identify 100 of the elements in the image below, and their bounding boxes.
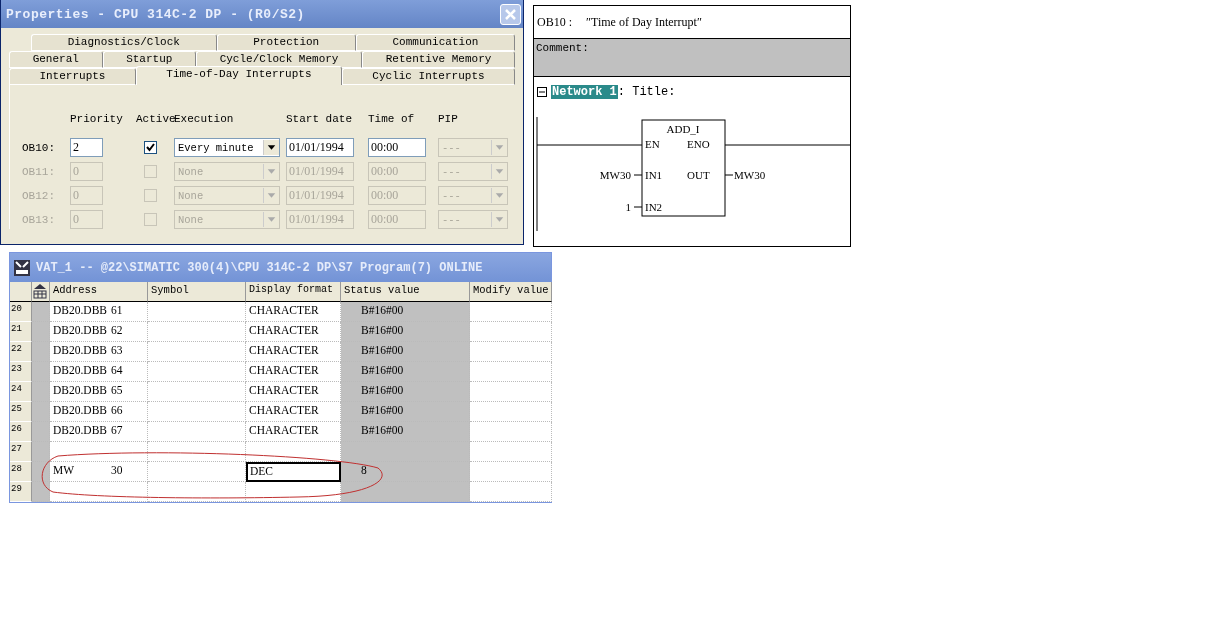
status-cell: B#16#00: [341, 342, 470, 362]
address-cell[interactable]: DB20.DBB 62: [50, 322, 148, 342]
symbol-cell[interactable]: [148, 402, 246, 422]
row-number: 21: [10, 322, 32, 342]
row-number: 24: [10, 382, 32, 402]
modify-cell[interactable]: [470, 342, 552, 362]
column-header: Time of: [368, 113, 416, 127]
start-date-field[interactable]: 01/01/1994: [286, 138, 354, 157]
modify-cell[interactable]: [470, 442, 552, 462]
row-marker: [32, 382, 50, 402]
comment-label: Comment:: [536, 42, 589, 54]
pin-wire: [633, 206, 643, 208]
row-marker: [32, 422, 50, 442]
row-label: OB11:: [22, 165, 56, 178]
block-name: OB10 :: [537, 15, 572, 30]
dropdown[interactable]: Every minute: [174, 138, 280, 157]
row-number: 29: [10, 482, 32, 502]
pin-label: EN: [645, 138, 660, 150]
column-header: Address: [50, 282, 148, 302]
tab[interactable]: Communication: [355, 34, 515, 51]
row-number: 27: [10, 442, 32, 462]
symbol-cell[interactable]: [148, 342, 246, 362]
tab[interactable]: Time-of-Day Interrupts: [135, 66, 342, 85]
time-field[interactable]: 00:00: [368, 138, 426, 157]
row-number: 28: [10, 462, 32, 482]
comment-area[interactable]: Comment:: [534, 38, 850, 77]
modify-cell[interactable]: [470, 462, 552, 482]
collapse-icon[interactable]: [537, 87, 547, 97]
tab[interactable]: Diagnostics/Clock: [31, 34, 217, 51]
address-cell[interactable]: DB20.DBB 66: [50, 402, 148, 422]
format-cell[interactable]: [246, 482, 341, 502]
symbol-cell[interactable]: [148, 422, 246, 442]
format-cell[interactable]: CHARACTER: [246, 342, 341, 362]
format-cell[interactable]: CHARACTER: [246, 402, 341, 422]
address-cell[interactable]: DB20.DBB 65: [50, 382, 148, 402]
block-type: ADD_I: [666, 123, 700, 135]
tab[interactable]: Cycle/Clock Memory: [196, 51, 363, 68]
tab[interactable]: Cyclic Interrupts: [341, 68, 515, 85]
column-header: PIP: [438, 113, 459, 127]
symbol-cell[interactable]: [148, 322, 246, 342]
modify-cell[interactable]: [470, 302, 552, 322]
format-input-field[interactable]: DEC: [246, 462, 341, 482]
window-title: Properties - CPU 314C-2 DP - (R0/S2): [6, 6, 305, 22]
tab[interactable]: Startup: [102, 51, 196, 68]
format-cell[interactable]: CHARACTER: [246, 322, 341, 342]
row-marker: [32, 402, 50, 422]
pin-label: IN2: [645, 201, 663, 213]
pin-wire: [724, 174, 734, 176]
modify-cell[interactable]: [470, 482, 552, 502]
symbol-cell[interactable]: [148, 362, 246, 382]
column-header: Modify value: [470, 282, 552, 302]
tab[interactable]: General: [9, 51, 103, 68]
priority-field[interactable]: 2: [70, 138, 103, 157]
address-cell[interactable]: DB20.DBB 63: [50, 342, 148, 362]
modify-cell[interactable]: [470, 402, 552, 422]
function-block[interactable]: [641, 119, 726, 217]
checkmark-icon: [146, 143, 155, 152]
row-number: 25: [10, 402, 32, 422]
symbol-cell[interactable]: [148, 382, 246, 402]
address-cell[interactable]: [50, 482, 148, 502]
column-header: Display format: [246, 282, 341, 302]
tab[interactable]: Protection: [216, 34, 356, 51]
column-header: Active: [136, 113, 174, 127]
status-cell: B#16#00: [341, 362, 470, 382]
symbol-cell[interactable]: [148, 442, 246, 462]
symbol-cell[interactable]: [148, 302, 246, 322]
format-cell[interactable]: CHARACTER: [246, 382, 341, 402]
format-cell[interactable]: CHARACTER: [246, 302, 341, 322]
close-icon: [504, 7, 517, 21]
modify-cell[interactable]: [470, 362, 552, 382]
tab[interactable]: Interrupts: [9, 68, 136, 85]
row-number: 23: [10, 362, 32, 382]
network-label[interactable]: Network 1: [551, 85, 618, 99]
pin-label: OUT: [687, 169, 710, 181]
symbol-cell[interactable]: [148, 482, 246, 502]
active-checkbox[interactable]: [144, 141, 157, 154]
operand: 1: [625, 201, 631, 213]
row-label: OB12:: [22, 189, 56, 202]
address-cell[interactable]: MW 30: [50, 462, 148, 482]
close-button[interactable]: [500, 3, 521, 25]
address-cell[interactable]: [50, 442, 148, 462]
format-cell[interactable]: CHARACTER: [246, 362, 341, 382]
modify-cell[interactable]: [470, 422, 552, 442]
row-marker: [32, 322, 50, 342]
pin-label: IN1: [645, 169, 663, 181]
modify-cell[interactable]: [470, 382, 552, 402]
address-cell[interactable]: DB20.DBB 64: [50, 362, 148, 382]
operand: MW30: [599, 169, 631, 181]
row-marker: [32, 442, 50, 462]
tab[interactable]: Retentive Memory: [362, 51, 515, 68]
address-cell[interactable]: DB20.DBB 67: [50, 422, 148, 442]
column-header: Status value: [341, 282, 470, 302]
modify-cell[interactable]: [470, 322, 552, 342]
format-cell[interactable]: [246, 442, 341, 462]
block-title: ″Time of Day Interrupt″: [586, 15, 702, 30]
status-cell: 8: [341, 462, 470, 482]
symbol-cell[interactable]: [148, 462, 246, 482]
pin-wire: [633, 174, 643, 176]
format-cell[interactable]: CHARACTER: [246, 422, 341, 442]
address-cell[interactable]: DB20.DBB 61: [50, 302, 148, 322]
